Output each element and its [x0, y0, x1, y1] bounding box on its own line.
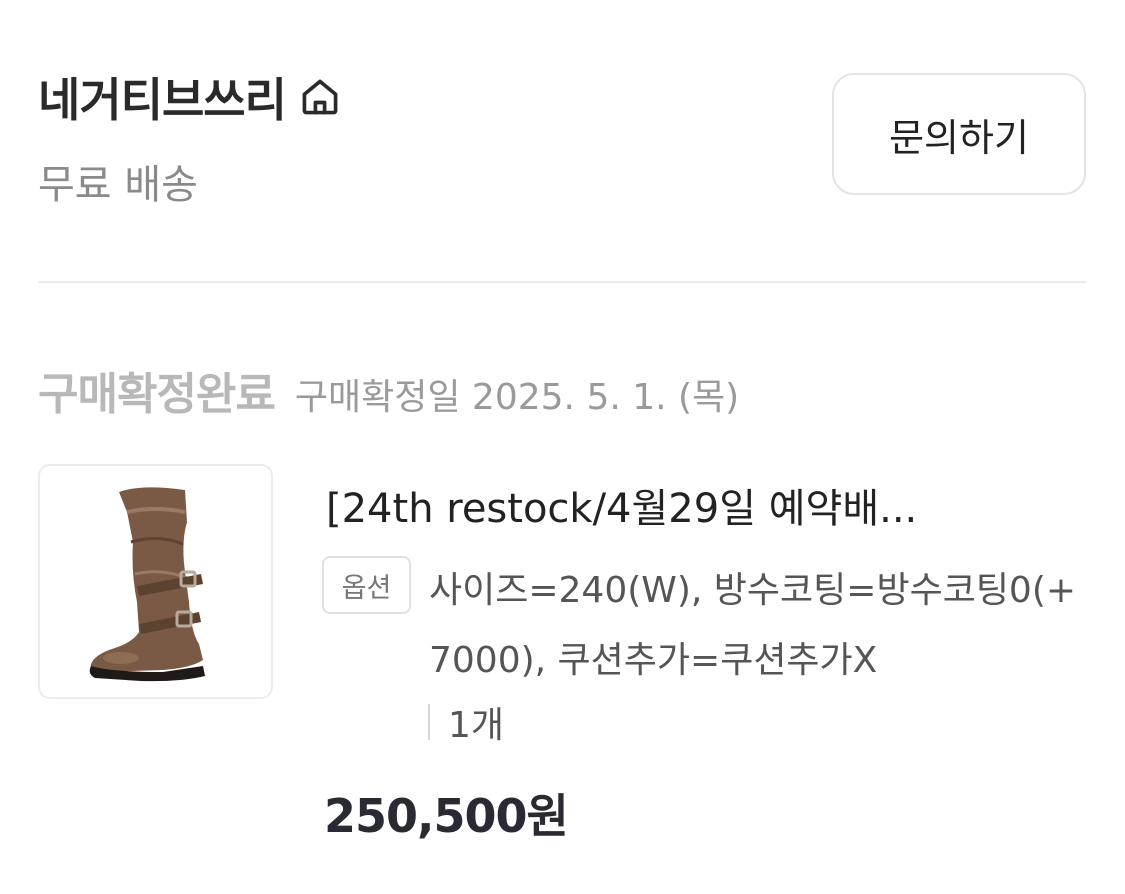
quantity-separator — [428, 704, 430, 740]
product-title[interactable]: [24th restock/4월29일 예약배... — [326, 476, 1086, 534]
product-price: 250,500원 — [324, 789, 569, 843]
home-icon[interactable] — [296, 73, 344, 121]
store-header: 네거티브쓰리 — [38, 64, 344, 130]
quantity: 1개 — [448, 705, 505, 746]
confirm-date: 구매확정일 2025. 5. 1. (목) — [294, 377, 740, 418]
boot-product-image — [89, 486, 205, 681]
inquiry-button[interactable]: 문의하기 — [832, 73, 1086, 195]
shipping-info: 무료 배송 — [38, 162, 198, 208]
order-card: 네거티브쓰리 무료 배송 문의하기 구매확정완료 구매확정일 2025. 5. … — [0, 0, 1125, 894]
order-status: 구매확정완료 구매확정일 2025. 5. 1. (목) — [38, 358, 739, 422]
status-title: 구매확정완료 — [38, 369, 276, 420]
quantity-row: 1개 — [428, 694, 504, 750]
store-name[interactable]: 네거티브쓰리 — [38, 64, 287, 130]
option-badge: 옵션 — [322, 556, 411, 614]
product-thumbnail[interactable] — [38, 464, 273, 699]
option-text: 사이즈=240(W), 방수코팅=방수코팅0(+7000), 쿠션추가=쿠션추가… — [429, 570, 1077, 681]
divider — [38, 281, 1086, 283]
